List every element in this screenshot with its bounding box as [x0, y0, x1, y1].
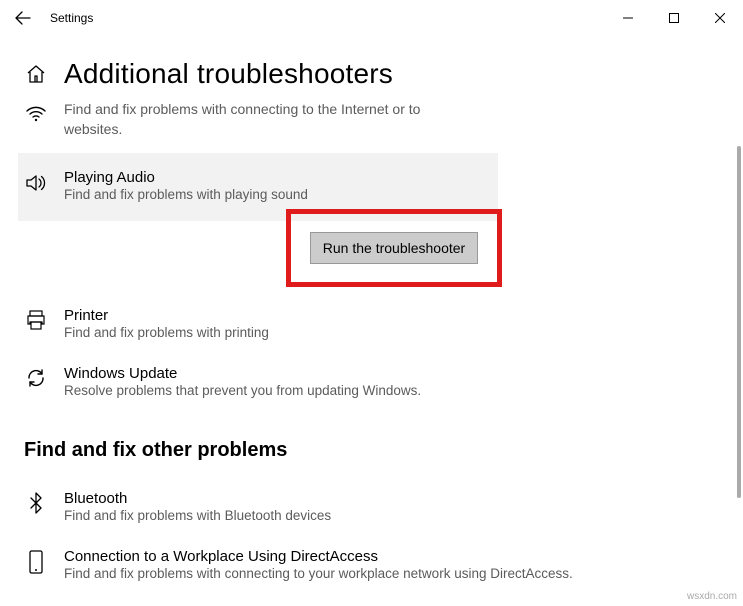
printer-desc: Find and fix problems with printing	[64, 324, 719, 343]
sync-icon	[25, 367, 47, 389]
printer-troubleshooter[interactable]: Printer Find and fix problems with print…	[24, 295, 719, 353]
windows-update-troubleshooter[interactable]: Windows Update Resolve problems that pre…	[24, 353, 719, 411]
playing-audio-desc: Find and fix problems with playing sound	[64, 186, 498, 205]
directaccess-troubleshooter[interactable]: Connection to a Workplace Using DirectAc…	[24, 536, 719, 594]
close-icon	[715, 13, 725, 23]
scrollbar[interactable]	[737, 146, 741, 498]
maximize-button[interactable]	[651, 0, 697, 36]
playing-audio-title: Playing Audio	[64, 169, 498, 186]
bluetooth-desc: Find and fix problems with Bluetooth dev…	[64, 507, 719, 526]
window-controls	[605, 0, 743, 36]
directaccess-title: Connection to a Workplace Using DirectAc…	[64, 548, 719, 565]
internet-desc: Find and fix problems with connecting to…	[64, 100, 464, 139]
phone-icon	[27, 550, 45, 574]
bluetooth-troubleshooter[interactable]: Bluetooth Find and fix problems with Blu…	[24, 478, 719, 536]
close-button[interactable]	[697, 0, 743, 36]
directaccess-desc: Find and fix problems with connecting to…	[64, 565, 719, 584]
minimize-button[interactable]	[605, 0, 651, 36]
minimize-icon	[623, 13, 633, 23]
home-icon-slot[interactable]	[24, 64, 48, 84]
bluetooth-title: Bluetooth	[64, 490, 719, 507]
titlebar: Settings	[0, 0, 743, 36]
back-button[interactable]	[0, 0, 46, 36]
window-title: Settings	[46, 11, 93, 25]
internet-troubleshooter[interactable]: Find and fix problems with connecting to…	[24, 100, 719, 139]
page-title: Additional troubleshooters	[64, 58, 393, 90]
content-area: Additional troubleshooters Find and fix …	[0, 58, 743, 594]
watermark: wsxdn.com	[687, 591, 737, 602]
arrow-left-icon	[15, 10, 31, 26]
maximize-icon	[669, 13, 679, 23]
printer-title: Printer	[64, 307, 719, 324]
page-header: Additional troubleshooters	[24, 58, 719, 90]
windows-update-title: Windows Update	[64, 365, 719, 382]
bluetooth-icon	[26, 492, 46, 514]
run-troubleshooter-button[interactable]: Run the troubleshooter	[310, 232, 478, 264]
printer-icon	[25, 309, 47, 331]
home-icon	[26, 64, 46, 84]
wifi-icon	[25, 102, 47, 124]
other-problems-heading: Find and fix other problems	[24, 439, 719, 462]
run-highlight-box: Run the troubleshooter	[286, 209, 502, 287]
speaker-icon	[24, 171, 48, 195]
windows-update-desc: Resolve problems that prevent you from u…	[64, 382, 719, 401]
